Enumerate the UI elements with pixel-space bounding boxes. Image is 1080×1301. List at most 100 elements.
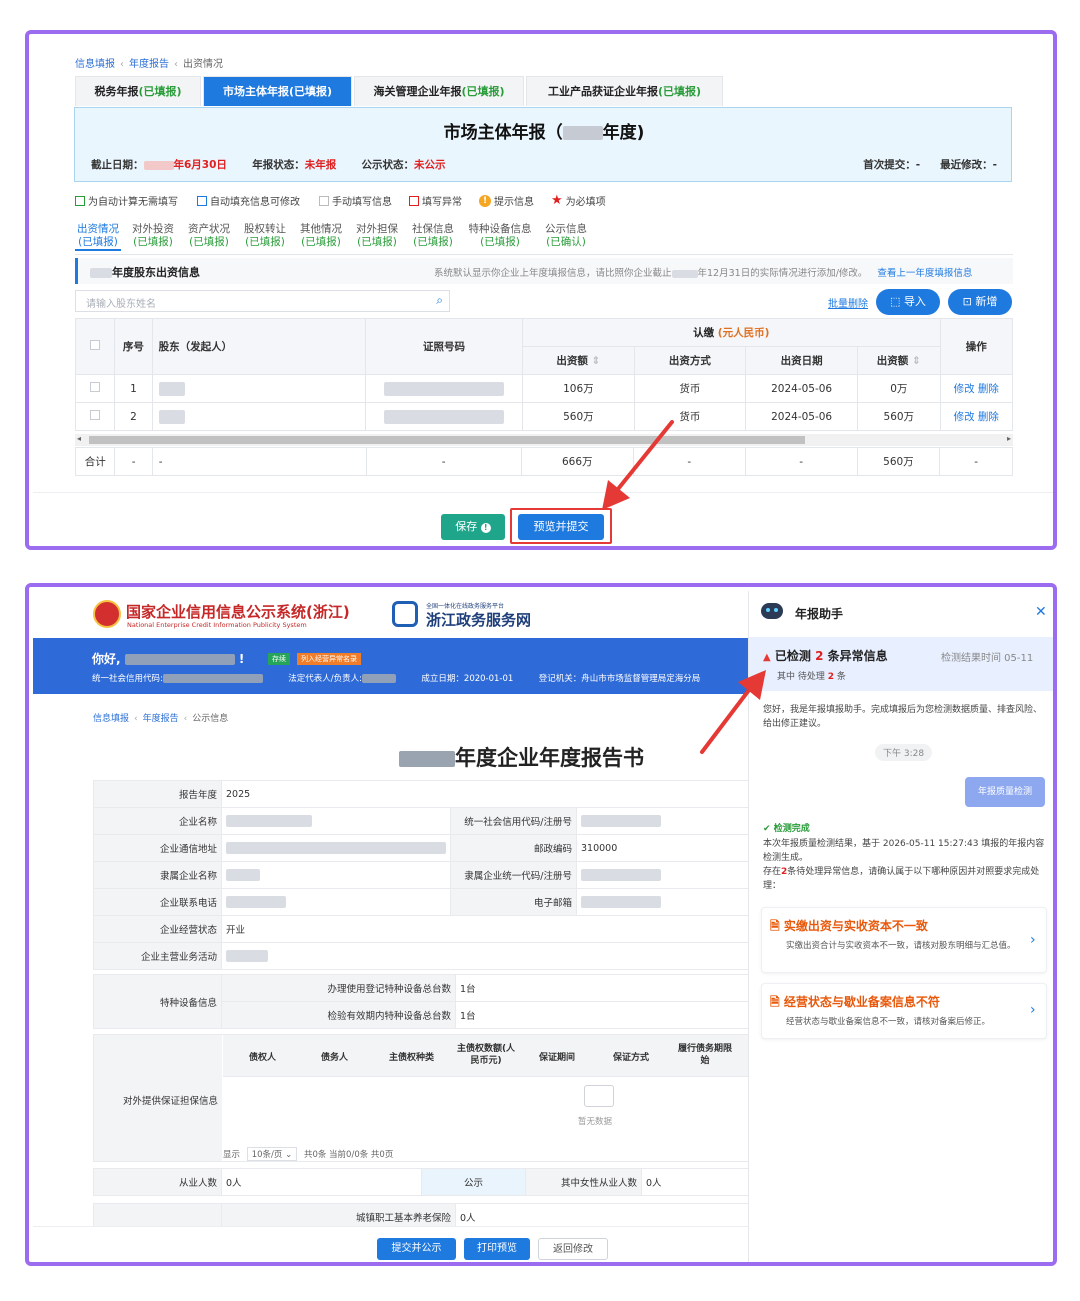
tab-tax-report[interactable]: 税务年报(已填报) — [75, 76, 201, 106]
search-icon[interactable]: ⌕ — [436, 293, 443, 308]
breadcrumb-info-fill[interactable]: 信息填报 — [75, 59, 115, 70]
subtab-publicity[interactable]: 公示信息 (已确认) — [541, 223, 591, 249]
subtab-assets[interactable]: 资产状况 (已填报) — [185, 223, 233, 249]
label-postcode: 邮政编码 — [450, 834, 577, 862]
delete-link[interactable]: 删除 — [978, 383, 999, 395]
subtab-guarantee[interactable]: 对外担保 (已填报) — [353, 223, 401, 249]
print-preview-button[interactable]: 打印预览 — [464, 1238, 530, 1260]
delete-link[interactable]: 删除 — [978, 411, 999, 423]
pagination-total: 共0条 当前0/0条 共0页 — [303, 1150, 394, 1160]
view-last-year-link[interactable]: 查看上一年度填报信息 — [877, 268, 972, 279]
section-note-2: 年12月31日的实际情况进行添加/修改。 — [697, 268, 868, 279]
pending-suffix: 条 — [836, 672, 846, 682]
scroll-left-arrow[interactable]: ◂ — [77, 434, 81, 443]
subtab-investment[interactable]: 对外投资 (已填报) — [129, 223, 177, 249]
row-checkbox[interactable] — [90, 382, 101, 392]
alert-title: ▲ 已检测 2 条异常信息 — [763, 647, 888, 664]
select-all-cell[interactable] — [74, 318, 116, 375]
select-all-checkbox[interactable] — [90, 340, 101, 350]
tab-customs-report[interactable]: 海关管理企业年报(已填报) — [354, 76, 524, 106]
row-select[interactable] — [74, 374, 116, 403]
value-parent — [221, 861, 451, 889]
tab-status: (已填报) — [657, 85, 702, 98]
label-company-name: 企业名称 — [93, 807, 222, 835]
save-button[interactable]: 保存 ! — [441, 514, 505, 540]
per-page-select[interactable]: 10条/页 ⌄ — [246, 1147, 298, 1161]
deadline-label: 截止日期： — [91, 159, 144, 171]
chevron-right-icon: › — [1030, 1002, 1036, 1018]
import-button[interactable]: ⬚ 导入 — [876, 289, 940, 315]
special-equipment-table: 特种设备信息 办理使用登记特种设备总台数 1台 检验有效期内特种设备总台数 1台 — [93, 974, 749, 1029]
value-staff: 0人 — [221, 1168, 422, 1196]
col-debtor: 债务人 — [321, 1053, 349, 1063]
first-submit: 首次提交：- — [863, 159, 921, 171]
close-icon[interactable]: ✕ — [1035, 604, 1047, 620]
label-parent-code: 隶属企业统一代码/注册号 — [450, 861, 577, 889]
subtab-label: 特种设备信息 — [468, 223, 532, 235]
shareholder-search-input[interactable]: 请输入股东姓名 ⌕ — [75, 290, 450, 312]
tab-label: 市场主体年报 — [222, 85, 289, 98]
report-basic-table: 报告年度 2025 企业名称 统一社会信用代码/注册号 企业通信地址 邮政编码 3100… — [93, 780, 749, 970]
warning-icon: ! — [479, 194, 491, 207]
row-select[interactable] — [74, 402, 116, 431]
bulk-delete-link[interactable]: 批量删除 — [828, 295, 868, 310]
row-checkbox[interactable] — [90, 410, 101, 420]
subtab-social-security[interactable]: 社保信息 (已填报) — [409, 223, 457, 249]
breadcrumb-annual-report[interactable]: 年度报告 — [129, 59, 169, 70]
total-amount2: 560万 — [856, 447, 941, 476]
total-row-table: 合计 - - - 666万 - - 560万 - — [74, 447, 1013, 476]
publish-status-label: 公示状态： — [361, 159, 415, 171]
issue-card-capital-mismatch[interactable]: 🗎 实缴出资与实收资本不一致 实缴出资合计与实收资本不一致，请核对股东明细与汇总… — [761, 907, 1047, 973]
gov-logo-icon — [392, 601, 418, 627]
edit-link[interactable]: 修改 — [954, 383, 975, 395]
tab-market-entity-report[interactable]: 市场主体年报(已填报) — [203, 76, 352, 106]
subtab-special-equipment[interactable]: 特种设备信息 (已填报) — [465, 223, 535, 249]
tab-industrial-cert-report[interactable]: 工业产品获证企业年报(已填报) — [526, 76, 723, 106]
alert-banner: ▲ 已检测 2 条异常信息 检测结果时间 05-11 其中 待处理 2 条 — [749, 637, 1053, 691]
submit-publish-button[interactable]: 提交并公示 — [377, 1238, 456, 1260]
subtab-label: 出资情况 — [77, 223, 119, 235]
tab-status: (已填报) — [138, 85, 182, 98]
add-button[interactable]: ⊡ 新增 — [948, 289, 1012, 315]
subtab-status: (已填报) — [245, 236, 285, 248]
scroll-right-arrow[interactable]: ▸ — [1007, 434, 1011, 443]
col-amount-label: 出资额 — [556, 355, 588, 367]
subtab-status: (已确认) — [546, 236, 586, 248]
subtab-equity-transfer[interactable]: 股权转让 (已填报) — [241, 223, 289, 249]
col-date: 出资日期 — [745, 346, 859, 375]
subtab-label: 社保信息 — [412, 223, 454, 235]
doc-title-text: 年度企业年度报告书 — [455, 746, 644, 770]
print-preview-label: 打印预览 — [477, 1243, 517, 1254]
status-badge-active: 存续 — [268, 653, 290, 665]
site-emblem-icon — [93, 600, 121, 628]
col-amount-paid[interactable]: 出资额 ⇕ — [857, 346, 941, 375]
value-parent-code — [576, 861, 749, 889]
breadcrumb-info-fill[interactable]: 信息填报 — [93, 714, 129, 724]
value-female-staff: 0人 — [641, 1168, 749, 1196]
legend-text: 填写异常 — [422, 197, 462, 208]
scrollbar-thumb[interactable] — [89, 436, 805, 444]
greeting: 你好, ! — [92, 652, 245, 666]
edit-link[interactable]: 修改 — [954, 411, 975, 423]
horizontal-scrollbar[interactable]: ◂ ▸ — [75, 434, 1013, 446]
back-edit-button[interactable]: 返回修改 — [538, 1238, 608, 1260]
preview-submit-button[interactable]: 预览并提交 — [518, 514, 604, 540]
col-amount[interactable]: 出资额 ⇕ — [522, 346, 635, 375]
legend-text: 手动填写信息 — [332, 197, 392, 208]
add-icon: ⊡ — [962, 295, 976, 308]
total-dash: - — [744, 447, 858, 476]
col-subscribed-group: 认缴 (元人民币) — [522, 318, 941, 347]
check-circle-icon: ✔ — [763, 824, 771, 834]
issue-card-status-mismatch[interactable]: 🗎 经营状态与歇业备案信息不符 经营状态与歇业备案信息不一致，请核对备案后修正。… — [761, 983, 1047, 1039]
breadcrumb-annual-report[interactable]: 年度报告 — [143, 714, 179, 724]
table-row: 2 560万 货币 2024-05-06 560万 修改 删除 — [74, 402, 1013, 431]
legend-hint: ! 提示信息 — [479, 193, 534, 208]
subtab-contribution[interactable]: 出资情况 (已填报) — [75, 223, 121, 251]
tab-label: 工业产品获证企业年报 — [547, 85, 658, 98]
report-title: 市场主体年报（ 年度) — [75, 118, 1013, 143]
col-operations: 操作 — [939, 318, 1013, 375]
alert-count: 2 — [815, 649, 824, 663]
subtab-other[interactable]: 其他情况 (已填报) — [297, 223, 345, 249]
value-equip-valid: 1台 — [455, 1001, 749, 1029]
search-placeholder: 请输入股东姓名 — [86, 299, 156, 310]
